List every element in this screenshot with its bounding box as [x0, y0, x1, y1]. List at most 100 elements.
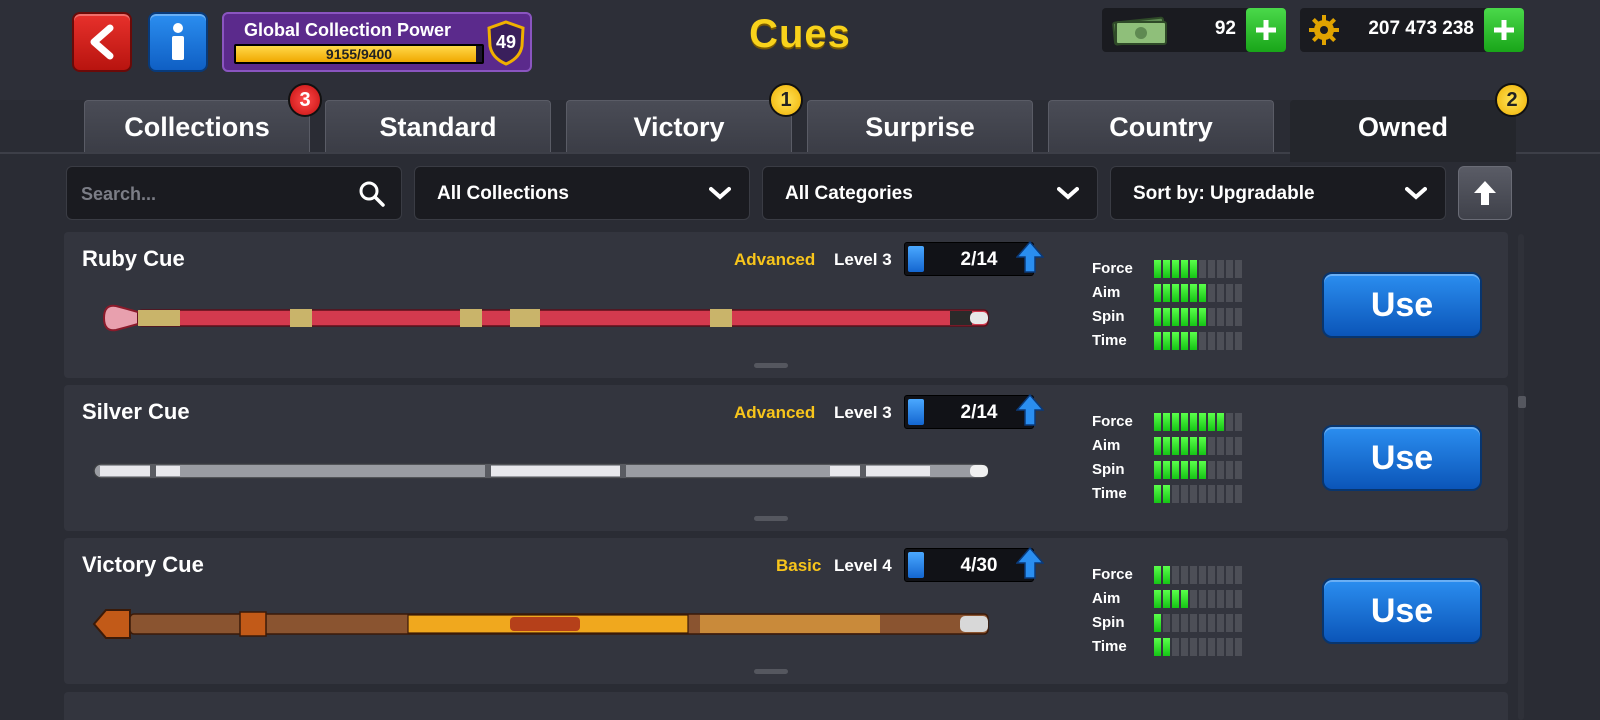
upgrade-arrow-icon[interactable]: [1016, 393, 1044, 427]
stat-segment: [1226, 284, 1233, 302]
stat-segment: [1217, 437, 1224, 455]
cue-name: Silver Cue: [82, 399, 190, 424]
stat-segment: [1199, 413, 1206, 431]
stat-segment: [1226, 260, 1233, 278]
search-box[interactable]: [66, 166, 402, 220]
tab-label: Owned: [1357, 112, 1448, 142]
stat-segment: [1199, 260, 1206, 278]
plus-icon: [1494, 20, 1514, 40]
tab-victory[interactable]: Victory: [566, 100, 792, 152]
stat-segment: [1235, 461, 1242, 479]
stat-segment: [1163, 566, 1170, 584]
stat-segment: [1163, 638, 1170, 656]
stat-segment: [1163, 308, 1170, 326]
cash-value: 92: [1214, 18, 1236, 39]
stat-segment: [1181, 437, 1188, 455]
tab-collections[interactable]: Collections: [84, 100, 310, 152]
stat-segment: [1199, 308, 1206, 326]
stat-segment: [1235, 332, 1242, 350]
stat-segment: [1217, 284, 1224, 302]
stat-segment: [1190, 437, 1197, 455]
add-cash-button[interactable]: [1246, 8, 1286, 52]
collections-dropdown[interactable]: All Collections: [414, 166, 750, 220]
coins-value: 207 473 238: [1368, 18, 1474, 39]
tab-surprise[interactable]: Surprise: [807, 100, 1033, 152]
stat-segment: [1154, 566, 1161, 584]
sort-dropdown[interactable]: Sort by: Upgradable: [1110, 166, 1446, 220]
tab-victory-badge: 1: [769, 83, 803, 117]
stat-label-force: Force: [1092, 566, 1133, 583]
stat-segment: [1154, 284, 1161, 302]
stat-bar-force: [1154, 413, 1244, 431]
stat-label-spin: Spin: [1092, 461, 1125, 478]
tab-country[interactable]: Country: [1048, 100, 1274, 152]
stat-segment: [1190, 614, 1197, 632]
search-icon[interactable]: [359, 181, 385, 207]
tab-collections-badge: 3: [288, 83, 322, 117]
victory-cue-card[interactable]: Victory Cue Basic Level 4 4/30 Force Aim S…: [64, 538, 1508, 684]
stat-bar-time: [1154, 485, 1244, 503]
add-coins-button[interactable]: [1484, 8, 1524, 52]
stat-segment: [1208, 260, 1215, 278]
stat-segment: [1208, 308, 1215, 326]
arrow-up-icon: [1474, 181, 1496, 205]
stat-segment: [1235, 308, 1242, 326]
stat-segment: [1190, 566, 1197, 584]
tab-standard[interactable]: Standard: [325, 100, 551, 152]
stat-segment: [1208, 332, 1215, 350]
stat-segment: [1199, 461, 1206, 479]
stat-segment: [1181, 332, 1188, 350]
stat-segment: [1208, 485, 1215, 503]
stat-segment: [1154, 437, 1161, 455]
upgrade-arrow-icon[interactable]: [1016, 240, 1044, 274]
stat-segment: [1226, 413, 1233, 431]
expand-handle[interactable]: [754, 669, 788, 674]
stat-segment: [1190, 485, 1197, 503]
chevron-down-icon: [1057, 187, 1079, 200]
categories-dropdown[interactable]: All Categories: [762, 166, 1098, 220]
stat-bar-spin: [1154, 308, 1244, 326]
stat-segment: [1217, 614, 1224, 632]
categories-dropdown-value: All Categories: [785, 183, 913, 204]
stat-label-spin: Spin: [1092, 308, 1125, 325]
stat-segment: [1217, 260, 1224, 278]
scrollbar-thumb[interactable]: [1518, 396, 1526, 408]
stat-segment: [1190, 332, 1197, 350]
stat-segment: [1217, 332, 1224, 350]
expand-handle[interactable]: [754, 363, 788, 368]
use-button[interactable]: Use: [1322, 272, 1482, 338]
stat-segment: [1226, 590, 1233, 608]
use-button[interactable]: Use: [1322, 578, 1482, 644]
stat-bar-force: [1154, 260, 1244, 278]
stat-label-aim: Aim: [1092, 437, 1121, 454]
cue-name: Ruby Cue: [82, 246, 185, 271]
stat-segment: [1181, 284, 1188, 302]
stat-segment: [1163, 485, 1170, 503]
tab-owned[interactable]: Owned: [1290, 100, 1516, 162]
ruby-cue-image: [102, 304, 989, 332]
tab-label: Victory: [633, 112, 725, 142]
victory-cue-image: [92, 609, 989, 639]
scrollbar-track[interactable]: [1518, 234, 1524, 720]
silver-cue-card[interactable]: Silver Cue Advanced Level 3 2/14 Force A…: [64, 385, 1508, 531]
stat-segment: [1208, 413, 1215, 431]
upgrade-pieces-fill: [908, 399, 924, 425]
stat-segment: [1226, 614, 1233, 632]
upgrade-arrow-icon[interactable]: [1016, 546, 1044, 580]
stat-segment: [1190, 260, 1197, 278]
search-input[interactable]: [81, 179, 341, 209]
stat-segment: [1172, 284, 1179, 302]
sort-direction-button[interactable]: [1458, 166, 1512, 220]
stat-bar-force: [1154, 566, 1244, 584]
ruby-cue-card[interactable]: Ruby Cue Advanced Level 3 2/14 Force Aim…: [64, 232, 1508, 378]
expand-handle[interactable]: [754, 516, 788, 521]
tab-label: Surprise: [865, 112, 975, 142]
use-button[interactable]: Use: [1322, 425, 1482, 491]
stat-segment: [1226, 332, 1233, 350]
stat-label-time: Time: [1092, 485, 1127, 502]
upgrade-pieces-value: 2/14: [960, 249, 998, 270]
cash-icon: [1112, 16, 1167, 46]
stat-segment: [1172, 638, 1179, 656]
stat-segment: [1235, 260, 1242, 278]
stat-segment: [1181, 638, 1188, 656]
